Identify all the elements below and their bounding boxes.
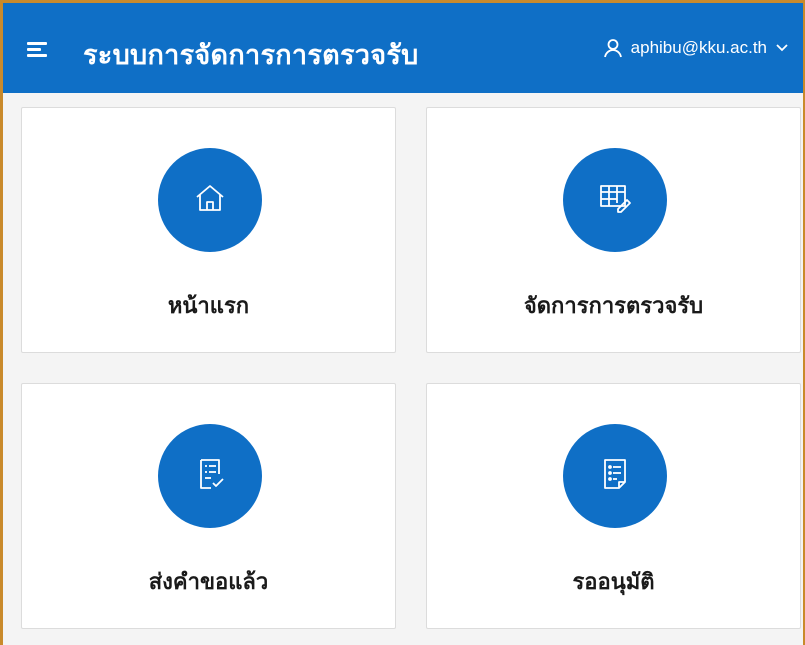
card-label: รออนุมัติ [572,570,655,595]
card-icon-circle [158,148,262,252]
card-icon-circle [158,424,262,528]
app-title: ระบบการจัดการการตรวจรับ [83,40,419,71]
user-menu[interactable]: aphibu@kku.ac.th [603,38,789,58]
card-pending-approval[interactable]: รออนุมัติ [426,383,801,629]
card-manage-inspection[interactable]: จัดการการตรวจรับ [426,107,801,353]
user-email: aphibu@kku.ac.th [630,38,767,57]
card-submitted-requests[interactable]: ส่งคำขอแล้ว [21,383,396,629]
hamburger-menu-icon[interactable] [27,42,47,57]
card-label: จัดการการตรวจรับ [523,294,704,319]
card-icon-circle [563,148,667,252]
home-icon [193,181,227,219]
card-icon-circle [563,424,667,528]
table-edit-icon [597,181,633,219]
dashboard-content: หน้าแรก จัดการการตรวจรับ ส่งคำขอแล้ว รออ… [3,93,803,645]
card-home[interactable]: หน้าแรก [21,107,396,353]
user-icon [603,38,623,58]
app-window: ระบบการจัดการการตรวจรับ aphibu@kku.ac.th [0,0,805,645]
checklist-icon [193,456,227,496]
list-document-icon [598,456,632,496]
chevron-down-icon [775,43,789,53]
card-label: หน้าแรก [167,294,250,319]
card-label: ส่งคำขอแล้ว [148,570,269,595]
top-navigation-bar: ระบบการจัดการการตรวจรับ aphibu@kku.ac.th [3,3,803,93]
